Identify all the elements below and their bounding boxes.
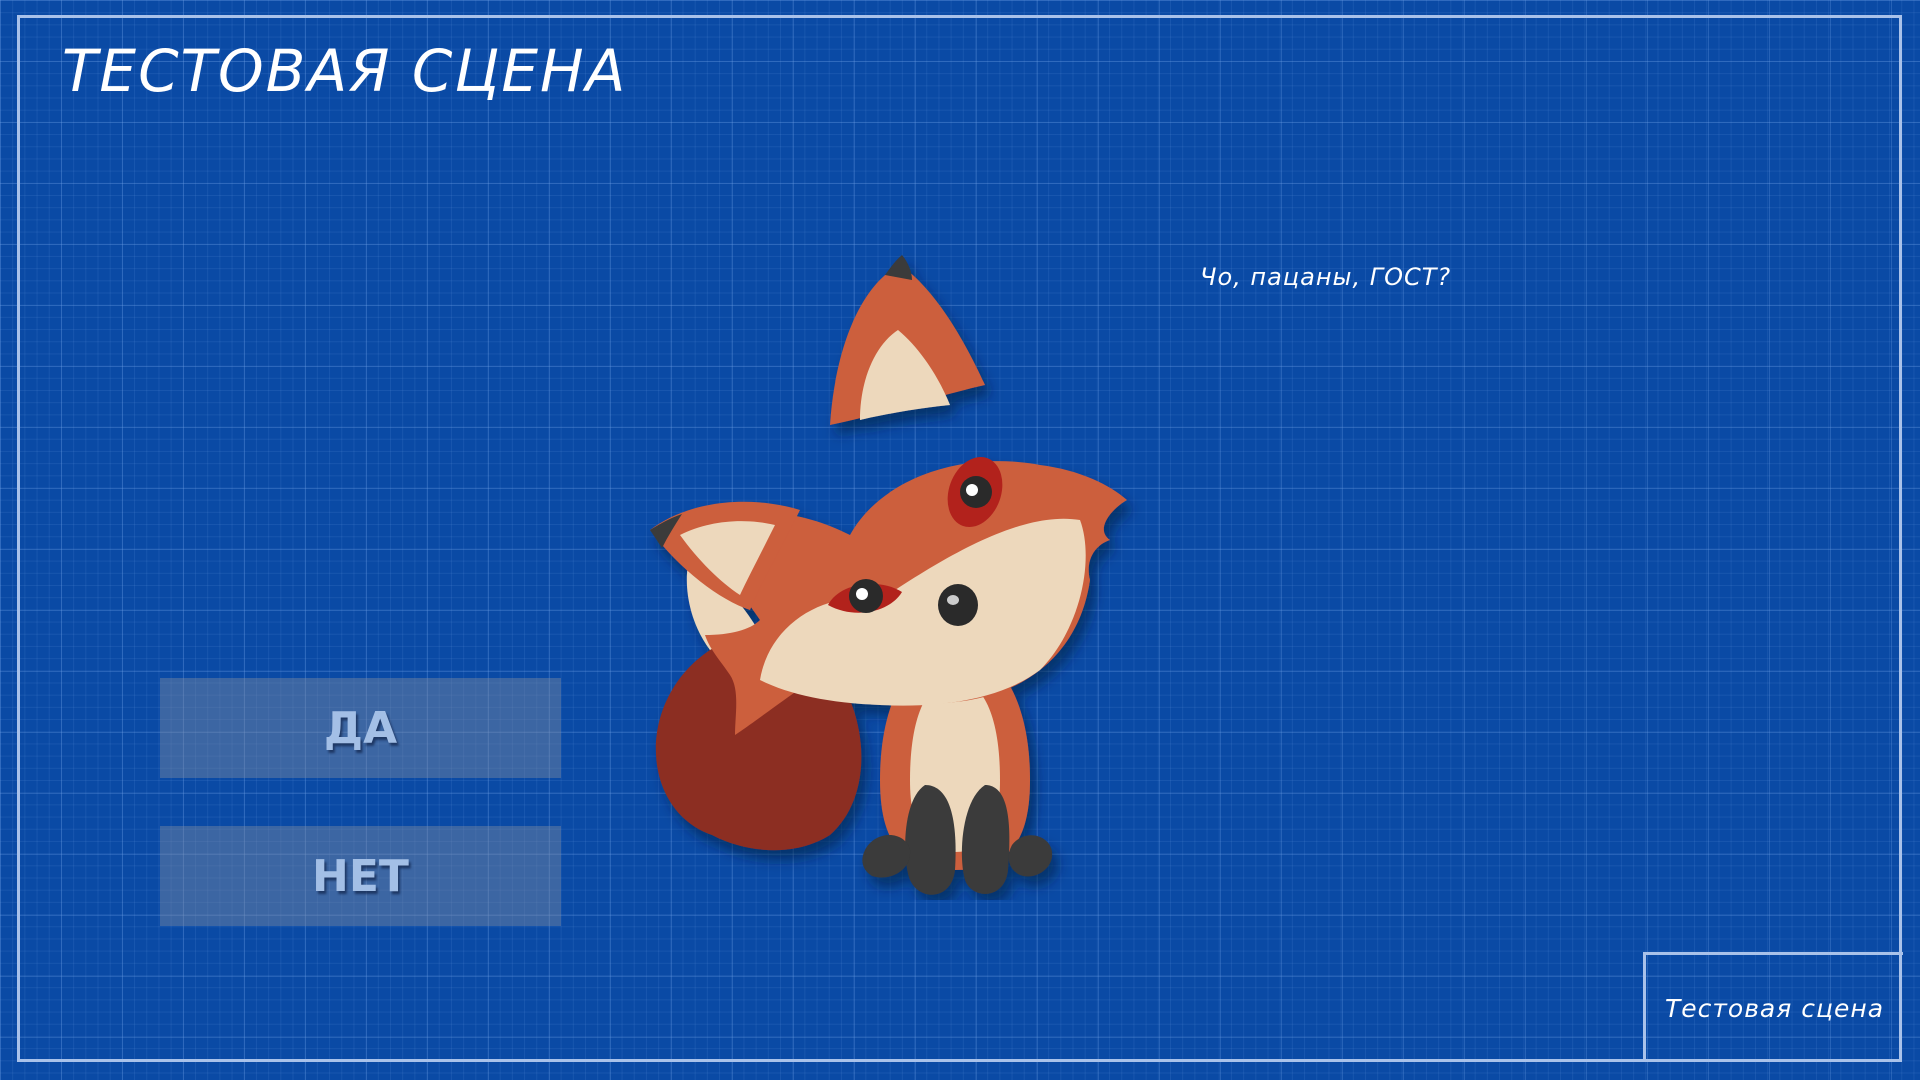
scene-title: ТЕСТОВАЯ СЦЕНА: [62, 37, 628, 105]
yes-button[interactable]: ДА: [160, 678, 561, 778]
stamp-label: Тестовая сцена: [1664, 994, 1885, 1023]
fox-character-icon: [650, 255, 1127, 895]
no-button[interactable]: НЕТ: [160, 826, 561, 926]
title-block-stamp: Тестовая сцена: [1643, 952, 1903, 1062]
